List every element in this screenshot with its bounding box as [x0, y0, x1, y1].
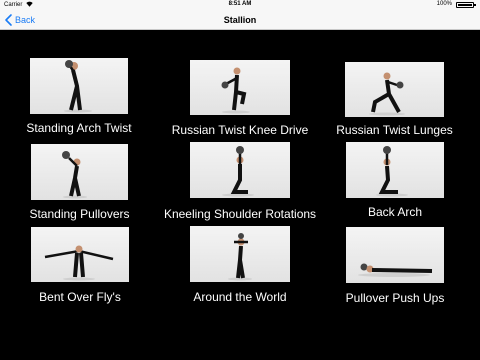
exercise-label: Standing Arch Twist	[26, 121, 132, 135]
exercise-tile-around-the-world[interactable]: Around the World	[190, 226, 290, 304]
status-time: 8:51 AM	[228, 1, 252, 7]
exercise-label: Around the World	[193, 290, 287, 304]
navigation-bar: Back Stallion	[0, 10, 480, 30]
exercise-thumbnail	[345, 62, 444, 117]
athlete-figure-icon	[221, 67, 250, 114]
status-bar: Carrier 8:51 AM 100%	[0, 0, 480, 10]
exercise-tile-bent-over-flys[interactable]: Bent Over Fly's	[31, 227, 129, 304]
exercise-label: Bent Over Fly's	[39, 290, 121, 304]
exercise-tile-standing-pullovers[interactable]: Standing Pullovers	[29, 144, 130, 221]
athlete-figure-icon	[358, 263, 433, 277]
exercise-thumbnail	[346, 227, 444, 283]
exercise-tile-pullover-push-ups[interactable]: Pullover Push Ups	[346, 227, 444, 305]
athlete-figure-icon	[376, 146, 408, 197]
athlete-figure-icon	[44, 245, 114, 281]
exercise-thumbnail	[190, 226, 290, 282]
athlete-figure-icon	[64, 60, 92, 113]
exercise-tile-kneeling-shoulder-rotations[interactable]: Kneeling Shoulder Rotations	[164, 142, 316, 221]
exercise-thumbnail	[190, 142, 290, 198]
athlete-figure-icon	[369, 72, 405, 116]
exercise-tile-russian-twist-knee-drive[interactable]: Russian Twist Knee Drive	[172, 60, 308, 137]
exercise-label: Pullover Push Ups	[345, 291, 445, 305]
exercise-label: Standing Pullovers	[29, 207, 130, 221]
exercise-label: Back Arch	[367, 205, 423, 219]
athlete-figure-icon	[62, 151, 87, 199]
exercise-thumbnail	[190, 60, 290, 115]
athlete-figure-icon	[222, 146, 254, 197]
exercise-label: Russian Twist Knee Drive	[171, 123, 309, 137]
exercise-tile-standing-arch-twist[interactable]: Standing Arch Twist	[26, 58, 132, 135]
exercise-tile-russian-twist-lunges[interactable]: Russian Twist Lunges	[336, 62, 453, 137]
exercise-thumbnail	[31, 144, 128, 200]
exercise-tile-back-arch[interactable]: Back Arch	[346, 142, 444, 219]
battery-percent: 100%	[436, 1, 452, 7]
exercise-label: Russian Twist Lunges	[336, 123, 453, 137]
battery-icon	[456, 2, 476, 8]
athlete-figure-icon	[228, 233, 252, 281]
exercise-thumbnail	[346, 142, 444, 198]
exercise-label: Kneeling Shoulder Rotations	[163, 207, 317, 221]
exercise-thumbnail	[30, 58, 128, 114]
page-title: Stallion	[223, 15, 257, 25]
exercise-thumbnail	[31, 227, 129, 282]
